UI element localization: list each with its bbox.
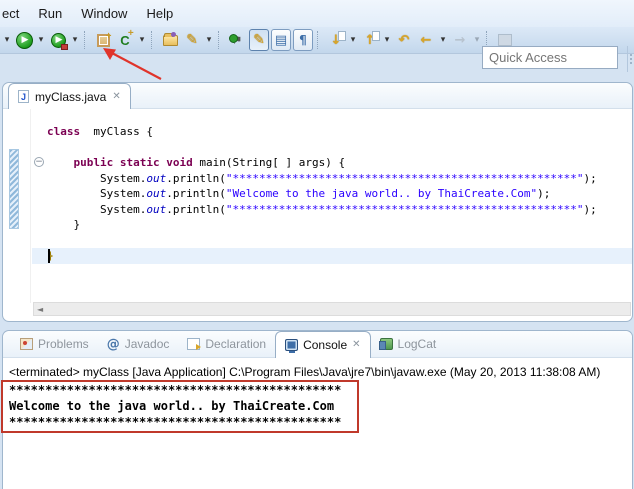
run-external-tools-button[interactable]: ▶ [48,29,68,51]
tab-problems[interactable]: Problems [11,331,98,358]
back-arrow-icon: ← [420,32,432,48]
flag-navigation-button[interactable]: ⚑ [227,29,247,51]
code-line: System.out.println("********************… [47,171,597,185]
previous-annotation-button[interactable]: ↑ [360,29,380,51]
up-arrow-icon: ↑ [364,32,376,48]
open-task-button[interactable] [160,29,180,51]
declaration-icon [187,338,202,350]
paragraph-icon: ¶ [299,33,307,47]
highlighter-icon: ✎ [253,32,265,48]
external-tools-dropdown-icon[interactable]: ▾ [70,29,80,51]
cropped-dropdown-icon[interactable]: ▾ [2,29,12,51]
tab-console[interactable]: Console ✕ [275,330,371,358]
forward-dropdown-icon: ▾ [474,35,480,45]
forward-button[interactable]: → [450,29,470,51]
menu-item-window[interactable]: Window [75,2,133,25]
grid-icon: + [96,31,112,47]
tab-logcat[interactable]: LogCat [371,331,446,358]
console-tab-close-icon[interactable]: ✕ [352,339,360,350]
code-line: } [47,218,81,231]
next-annotation-dropdown-icon[interactable]: ▾ [348,29,358,51]
run-dropdown-icon[interactable]: ▾ [36,29,46,51]
tab-javadoc-label: Javadoc [124,337,170,351]
toolbox-icon [61,44,68,50]
console-icon [285,338,299,353]
fold-collapse-icon[interactable]: − [34,157,44,167]
tab-declaration-label: Declaration [205,337,267,351]
menu-item-help[interactable]: Help [140,2,179,25]
menu-bar: ect Run Window Help [0,0,634,27]
editor-panel: J myClass.java ✕ − class myClass { publi… [2,82,633,322]
javadoc-icon: @ [106,336,120,352]
menu-item-run[interactable]: Run [32,2,68,25]
show-selected-element-button[interactable]: ▤ [271,29,291,51]
quick-access-box [482,46,618,69]
new-java-project-button[interactable]: + [93,29,113,51]
code-line: public static void main(String[ ] args) … [73,156,346,169]
previous-annotation-dropdown-icon[interactable]: ▾ [382,29,392,51]
java-file-icon: J [18,90,29,103]
tab-logcat-label: LogCat [397,337,437,351]
toolbar-separator [218,31,223,49]
pin-icon [498,34,512,46]
editor-tab-strip: J myClass.java ✕ [3,83,632,109]
menu-item-project-partial[interactable]: ect [0,2,25,25]
code-line: System.out.println("Welcome to the java … [47,187,551,200]
code-line: } [47,249,54,262]
search-dropdown-icon[interactable]: ▾ [204,29,214,51]
code-line: System.out.println("********************… [47,202,597,216]
toolbar-separator [84,31,89,49]
show-whitespace-toggle[interactable]: ¶ [293,29,313,51]
run-icon: ▶ [15,31,33,49]
tab-declaration[interactable]: Declaration [178,331,275,358]
code-text: class myClass { public static void main(… [47,124,597,279]
new-class-button[interactable]: C + [115,27,135,51]
problems-icon [20,338,33,350]
last-edit-location-button[interactable]: ↶ [394,29,414,51]
code-line: class myClass { [47,125,153,138]
editor-gutter [3,109,31,303]
text-caret [48,249,50,263]
tab-console-label: Console [303,337,348,352]
forward-arrow-icon: → [454,32,466,48]
method-range-indicator [9,149,19,229]
new-class-dropdown-icon[interactable]: ▾ [137,29,147,51]
console-tab-strip: Problems @ Javadoc Declaration Console ✕… [3,330,632,358]
toolbar-separator [151,31,156,49]
list-icon: ▤ [274,32,288,48]
tab-close-icon[interactable]: ✕ [112,91,120,102]
flag-icon: ⚑ [228,33,243,47]
tab-problems-label: Problems [38,337,89,351]
scroll-left-icon[interactable]: ◄ [34,305,46,314]
code-editor[interactable]: − class myClass { public static void mai… [3,109,632,303]
back-dropdown-icon[interactable]: ▾ [438,29,448,51]
last-edit-arrow-icon: ↶ [398,32,410,48]
down-arrow-icon: ↓ [330,32,342,48]
console-status-line: <terminated> myClass [Java Application] … [9,365,601,379]
back-button[interactable]: ← [416,29,436,51]
toolbar-separator [317,31,322,49]
quick-access-input[interactable] [483,47,617,68]
editor-horizontal-scrollbar[interactable]: ◄ [33,302,631,316]
pencil-icon: ✎ [186,32,198,48]
logcat-icon [378,338,393,350]
annotation-box [1,380,359,433]
mark-occurrences-toggle[interactable]: ✎ [249,29,269,51]
editor-tab-label: myClass.java [35,89,107,104]
editor-tab-myclass[interactable]: J myClass.java ✕ [8,83,131,109]
perspective-bar-handle[interactable] [627,46,633,72]
search-button[interactable]: ✎ [182,29,202,51]
run-button[interactable]: ▶ [14,29,34,51]
class-icon: C + [120,27,134,48]
folder-icon [162,31,178,46]
tab-javadoc[interactable]: @ Javadoc [98,331,179,358]
next-annotation-button[interactable]: ↓ [326,29,346,51]
